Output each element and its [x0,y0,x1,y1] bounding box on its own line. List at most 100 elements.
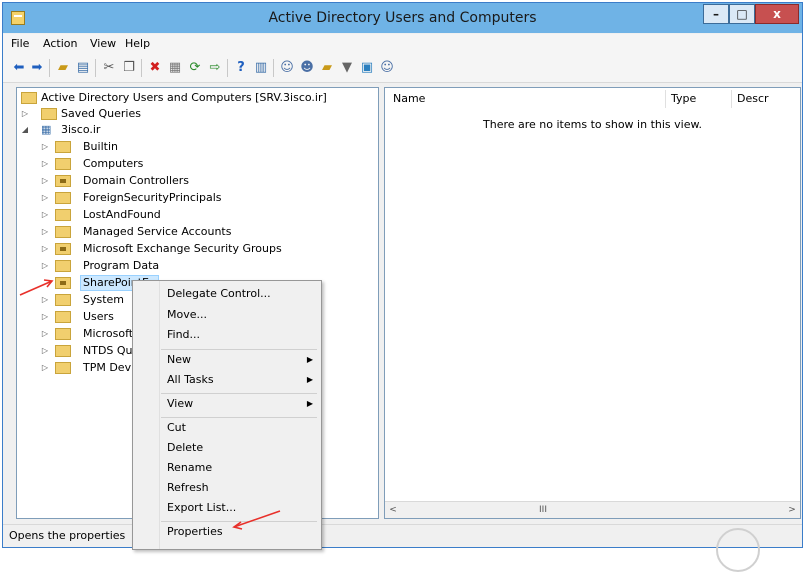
menu-separator [161,349,317,350]
menu-item-new[interactable]: New [167,351,321,369]
domain-icon: ▦ [41,123,52,136]
expand-icon[interactable]: ▷ [41,258,49,274]
horizontal-scrollbar[interactable]: < III > [385,501,800,518]
submenu-arrow-icon: ▶ [306,355,313,364]
menu-item-view[interactable]: View [167,395,321,413]
annotation-arrow-tree [19,279,54,296]
menu-gutter [159,281,160,549]
toolbar-separator [49,59,50,77]
folder-icon [55,260,71,272]
expand-icon[interactable]: ▷ [41,241,49,257]
submenu-arrow-icon: ▶ [306,399,313,408]
menu-view[interactable]: View [90,37,116,50]
folder-icon [41,108,57,120]
folder-icon [55,328,71,340]
close-button[interactable]: x [755,4,799,24]
help-icon[interactable]: ? [233,60,249,76]
menu-file[interactable]: File [11,37,29,50]
show-console-tree-icon[interactable]: ▤ [75,60,91,76]
add-to-group-icon[interactable]: ▣ [359,60,375,76]
details-pane[interactable]: Name Type Descr There are no items to sh… [384,87,801,519]
menu-item-delegate-control[interactable]: Delegate Control... [167,285,271,303]
expand-icon[interactable]: ▷ [41,156,49,172]
expand-icon[interactable]: ▷ [41,190,49,206]
menu-item-rename[interactable]: Rename [167,459,212,477]
menu-separator [161,417,317,418]
create-user-icon[interactable]: ☺ [279,60,295,76]
toolbar: ⬅ ➡ ▰ ▤ ✂ ❐ ✖ ▦ ⟳ ⇨ ? ▥ ☺ ☻ ▰ ▼ ▣ ☺ [3,54,802,83]
ou-folder-icon [55,175,71,187]
menu-item-all-tasks[interactable]: All Tasks [167,371,321,389]
folder-icon [55,345,71,357]
filter-icon[interactable]: ▼ [339,60,355,76]
empty-message: There are no items to show in this view. [483,118,702,131]
folder-icon [55,158,71,170]
expand-icon[interactable]: ▷ [41,224,49,240]
annotation-arrow-properties [232,510,281,530]
scroll-right-button[interactable]: > [784,502,800,518]
menu-action[interactable]: Action [43,37,77,50]
menu-item-refresh[interactable]: Refresh [167,479,209,497]
export-list-icon[interactable]: ⇨ [207,60,223,76]
menu-item-cut[interactable]: Cut [167,419,186,437]
forward-icon[interactable]: ➡ [29,60,45,76]
menu-separator [161,393,317,394]
menu-item-properties[interactable]: Properties [167,523,223,541]
watermark-logo [716,528,760,572]
delete-icon[interactable]: ✖ [147,60,163,76]
expand-icon[interactable]: ▷ [41,326,49,342]
expand-icon[interactable]: ▷ [41,173,49,189]
create-ou-icon[interactable]: ▰ [319,60,335,76]
scroll-thumb[interactable]: III [535,504,551,516]
toolbar-separator [273,59,274,77]
back-icon[interactable]: ⬅ [11,60,27,76]
menu-item-find[interactable]: Find... [167,326,200,344]
column-divider[interactable] [731,90,732,108]
refresh-icon[interactable]: ⟳ [187,60,203,76]
properties-icon[interactable]: ▦ [167,60,183,76]
maximize-button[interactable]: □ [729,4,755,24]
snapin-icon [21,92,37,104]
column-header-type[interactable]: Type [671,90,696,108]
status-text: Opens the properties [9,529,126,542]
submenu-arrow-icon: ▶ [306,375,313,384]
menu-item-export-list[interactable]: Export List... [167,499,236,517]
collapse-icon[interactable]: ◢ [21,122,29,138]
toolbar-separator [227,59,228,77]
folder-icon [55,192,71,204]
folder-icon [55,141,71,153]
folder-icon [55,311,71,323]
up-folder-icon[interactable]: ▰ [55,60,71,76]
minimize-button[interactable]: – [703,4,729,24]
toolbar-separator [141,59,142,77]
ou-folder-icon [55,243,71,255]
column-header-description[interactable]: Descr [737,90,769,108]
expand-icon[interactable]: ▷ [41,360,49,376]
status-bar: Opens the properties [3,524,802,547]
expand-icon[interactable]: ▷ [41,207,49,223]
folder-icon [55,209,71,221]
scroll-left-button[interactable]: < [385,502,401,518]
toolbar-separator [95,59,96,77]
folder-icon [55,226,71,238]
menu-item-view-label: View [167,397,194,410]
copy-icon[interactable]: ❐ [121,60,137,76]
show-action-pane-icon[interactable]: ▥ [253,60,269,76]
create-group-icon[interactable]: ☻ [299,60,315,76]
cut-icon[interactable]: ✂ [101,60,117,76]
column-divider[interactable] [665,90,666,108]
find-icon[interactable]: ☺ [379,60,395,76]
context-menu: Delegate Control... Move... Find... New … [132,280,322,550]
menu-item-move[interactable]: Move... [167,306,207,324]
expand-icon[interactable]: ▷ [41,139,49,155]
app-window: Active Directory Users and Computers – □… [2,2,803,548]
menu-item-all-tasks-label: All Tasks [167,373,214,386]
expand-icon[interactable]: ▷ [21,106,29,122]
expand-icon[interactable]: ▷ [41,343,49,359]
window-title: Active Directory Users and Computers [268,10,537,26]
column-header-name[interactable]: Name [393,90,425,108]
menu-item-delete[interactable]: Delete [167,439,203,457]
expand-icon[interactable]: ▷ [41,309,49,325]
menu-help[interactable]: Help [125,37,150,50]
title-bar[interactable]: Active Directory Users and Computers – □… [3,3,802,33]
